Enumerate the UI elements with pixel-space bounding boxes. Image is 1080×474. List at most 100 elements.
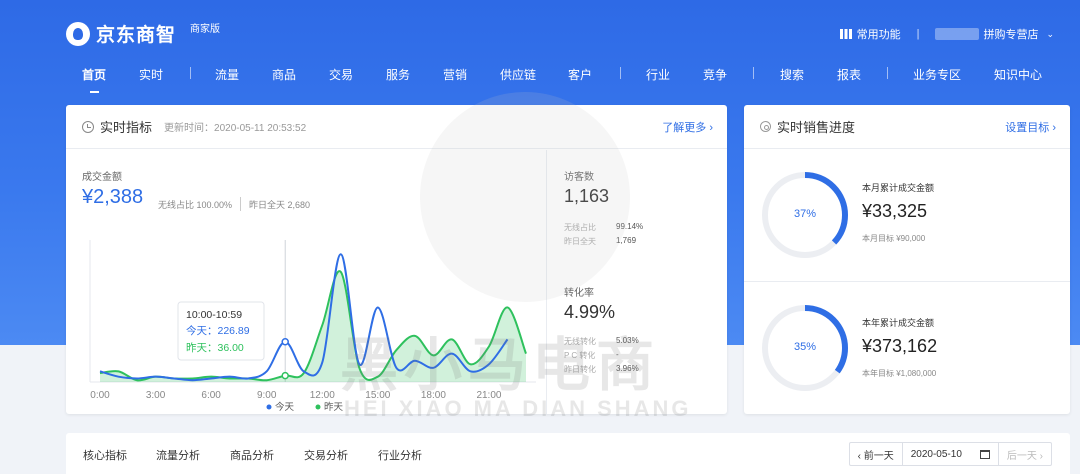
year-pct: 35% <box>793 341 817 353</box>
common-functions-link[interactable]: 常用功能 <box>857 26 901 42</box>
visitors-yesterday-row: 昨日全天 1,769 <box>564 236 636 247</box>
x-tick-label: 15:00 <box>365 390 390 401</box>
shop-name[interactable]: 拼购专营店 <box>983 26 1038 42</box>
hover-point-yesterday <box>281 371 289 380</box>
card-header: 实时指标 更新时间：2020-05-11 20:53:52 了解更多 › <box>66 105 727 149</box>
visitors-label: 访客数 <box>564 172 594 183</box>
nav-knowledge-center[interactable]: 知识中心 <box>994 66 1042 83</box>
sales-title: 实时销售进度 <box>777 120 856 135</box>
date-picker: ‹ 前一天 2020-05-10 后一天 › <box>848 442 1052 466</box>
legend-dot-today <box>266 404 272 410</box>
nav-traffic[interactable]: 流量 <box>215 66 239 83</box>
x-tick-label: 21:00 <box>476 390 501 401</box>
top-right-menu: 常用功能 | 拼购专营店 ⌄ <box>839 26 1054 42</box>
nav-reports[interactable]: 报表 <box>837 66 861 83</box>
hover-point-today <box>281 337 289 346</box>
realtime-metrics-card: 实时指标 更新时间：2020-05-11 20:53:52 了解更多 › 成交金… <box>66 105 727 414</box>
x-tick-label: 18:00 <box>421 390 446 401</box>
divider <box>546 150 547 414</box>
nav-separator <box>620 67 621 79</box>
nav-supply-chain[interactable]: 供应链 <box>500 66 536 83</box>
edition-tag: 商家版 <box>190 24 220 35</box>
year-label: 本年累计成交金额 <box>862 318 935 328</box>
shop-name-blurred <box>935 28 980 40</box>
conv-wireless-label: 无线转化 <box>564 337 596 346</box>
visitors-wireless-label: 无线占比 <box>564 223 596 232</box>
conv-pc-label: P C 转化 <box>564 351 596 360</box>
gmv-yesterday: 昨日全天 2,680 <box>249 199 311 210</box>
nav-separator <box>753 67 754 79</box>
legend-yesterday: 昨天 <box>324 401 344 413</box>
gmv-pane: 成交金额 ¥2,388 无线占比 100.00% 昨日全天 2,680 0:00… <box>66 150 546 414</box>
nav-separator <box>887 67 888 79</box>
visitors-yesterday-value: 1,769 <box>616 236 637 245</box>
legend-dot-yesterday <box>315 404 321 410</box>
sales-progress-card: 实时销售进度 设置目标 › 37% 本月累计成交金额 ¥33,325 本月目标 … <box>744 105 1070 414</box>
gmv-value: ¥2,388 <box>82 186 144 208</box>
logo[interactable]: 京东商智 商家版 <box>66 20 220 47</box>
main-nav: 首页 实时 流量 商品 交易 服务 营销 供应链 客户 行业 竞争 搜索 报表 … <box>0 66 1080 93</box>
nav-separator <box>190 67 191 79</box>
year-progress: 35% 本年累计成交金额 ¥373,162 本年目标 ¥1,080,000 <box>744 283 1070 415</box>
set-target-link[interactable]: 设置目标 › <box>1005 119 1056 135</box>
realtime-title: 实时指标 <box>100 120 153 135</box>
tooltip-time: 10:00-10:59 <box>186 309 242 321</box>
nav-trade[interactable]: 交易 <box>329 66 353 83</box>
separator <box>240 197 242 211</box>
tooltip-yesterday: 昨天：36.00 <box>186 342 244 354</box>
tab-trade-analysis[interactable]: 交易分析 <box>304 447 348 463</box>
calendar-icon[interactable] <box>979 449 990 459</box>
x-tick-label: 9:00 <box>257 390 277 401</box>
series-yesterday-area <box>100 271 526 382</box>
card-header: 实时销售进度 设置目标 › <box>744 105 1070 149</box>
nav-products[interactable]: 商品 <box>272 66 296 83</box>
analysis-tabs-bar: 核心指标 流量分析 商品分析 交易分析 行业分析 ‹ 前一天 2020-05-1… <box>66 433 1070 474</box>
tab-industry-analysis[interactable]: 行业分析 <box>378 447 422 463</box>
visitors-wireless-row: 无线占比 99.14% <box>564 222 643 233</box>
nav-business-zone[interactable]: 业务专区 <box>913 66 961 83</box>
month-label: 本月累计成交金额 <box>862 183 935 193</box>
nav-customers[interactable]: 客户 <box>568 66 592 83</box>
chevron-down-icon[interactable]: ⌄ <box>1046 29 1054 40</box>
realtime-line-chart[interactable]: 0:00 3:00 6:00 9:00 12:00 15:00 18:00 21:00 10:0… <box>66 230 546 414</box>
tab-core-metrics[interactable]: 核心指标 <box>83 447 127 463</box>
nav-service[interactable]: 服务 <box>386 66 410 83</box>
visitors-yesterday-label: 昨日全天 <box>564 237 596 246</box>
nav-home[interactable]: 首页 <box>82 66 106 93</box>
month-progress: 37% 本月累计成交金额 ¥33,325 本月目标 ¥90,000 <box>744 150 1070 282</box>
x-tick-label: 6:00 <box>201 390 221 401</box>
nav-realtime[interactable]: 实时 <box>139 66 163 83</box>
nav-industry[interactable]: 行业 <box>646 66 670 83</box>
month-pct: 37% <box>793 208 817 220</box>
year-value: ¥373,162 <box>862 336 938 356</box>
gmv-sub: 无线占比 100.00% 昨日全天 2,680 <box>158 197 310 211</box>
year-target: 本年目标 ¥1,080,000 <box>862 369 937 378</box>
learn-more-link[interactable]: 了解更多 › <box>662 119 713 135</box>
tab-traffic-analysis[interactable]: 流量分析 <box>156 447 200 463</box>
prev-day-button[interactable]: ‹ 前一天 <box>850 443 903 465</box>
date-field[interactable]: 2020-05-10 <box>903 443 999 465</box>
target-icon <box>760 121 771 132</box>
separator: | <box>916 28 920 40</box>
nav-search[interactable]: 搜索 <box>780 66 804 83</box>
legend-today: 今天 <box>275 401 295 413</box>
visitors-value: 1,163 <box>564 186 610 206</box>
conv-wireless-value: 5.03% <box>616 336 639 345</box>
date-value: 2020-05-10 <box>910 448 962 460</box>
nav-marketing[interactable]: 营销 <box>443 66 467 83</box>
conv-pc-value: - <box>616 350 619 359</box>
month-target: 本月目标 ¥90,000 <box>862 234 926 243</box>
clock-icon <box>82 120 94 133</box>
gmv-label: 成交金额 <box>82 172 122 183</box>
conv-wireless-row: 无线转化 5.03% <box>564 336 639 347</box>
tab-product-analysis[interactable]: 商品分析 <box>230 447 274 463</box>
logo-icon <box>66 21 90 46</box>
month-value: ¥33,325 <box>862 201 928 221</box>
nav-competition[interactable]: 竞争 <box>703 66 727 83</box>
update-time: 更新时间：2020-05-11 20:53:52 <box>164 123 307 134</box>
gmv-wireless-share: 无线占比 100.00% <box>158 199 233 210</box>
next-day-button[interactable]: 后一天 › <box>999 443 1051 465</box>
x-tick-label: 3:00 <box>146 390 166 401</box>
grid-icon <box>839 29 852 39</box>
conv-yesterday-value: 3.96% <box>616 364 639 373</box>
